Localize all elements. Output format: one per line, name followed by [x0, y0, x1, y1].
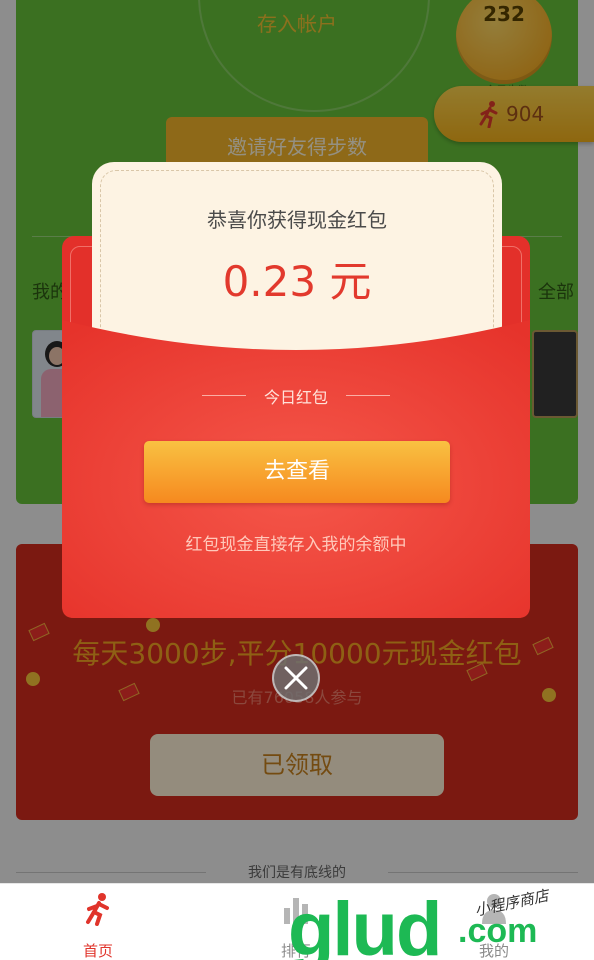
today-packet-row: 今日红包 [62, 384, 530, 408]
congrats-title: 恭喜你获得现金红包 [207, 208, 387, 232]
balance-note: 红包现金直接存入我的余额中 [185, 535, 407, 555]
today-packet-label: 今日红包 [263, 388, 328, 407]
view-button[interactable]: 去查看 [144, 441, 450, 503]
tab-home[interactable]: 首页 [48, 884, 148, 960]
tab-label: 首页 [82, 942, 113, 960]
close-button[interactable] [272, 654, 320, 702]
close-icon [284, 666, 308, 690]
running-man-icon [86, 893, 109, 926]
watermark-suffix: .com [458, 912, 538, 950]
watermark-logo: glud [288, 887, 442, 960]
divider [346, 395, 390, 396]
